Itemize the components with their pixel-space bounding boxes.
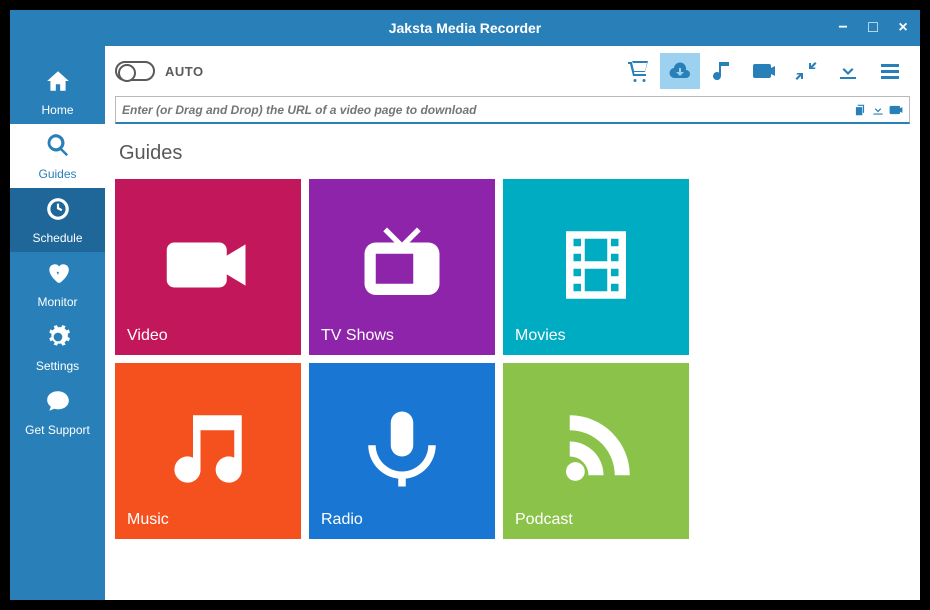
home-icon xyxy=(45,68,71,99)
sidebar-item-support[interactable]: Get Support xyxy=(10,380,105,444)
copy-icon[interactable] xyxy=(853,103,867,117)
film-icon xyxy=(551,220,641,315)
tile-label: Radio xyxy=(321,511,363,529)
sidebar-item-guides[interactable]: Guides xyxy=(10,124,105,188)
tile-music[interactable]: Music xyxy=(115,363,301,539)
tile-tvshows[interactable]: TV Shows xyxy=(309,179,495,355)
sidebar-item-label: Settings xyxy=(36,359,79,373)
tile-label: TV Shows xyxy=(321,327,394,345)
tile-movies[interactable]: Movies xyxy=(503,179,689,355)
gear-icon xyxy=(45,324,71,355)
heartbeat-icon xyxy=(45,260,71,291)
tile-label: Podcast xyxy=(515,511,573,529)
collapse-button[interactable] xyxy=(786,53,826,89)
app-window: Jaksta Media Recorder − □ × Home Guides xyxy=(10,10,920,600)
sidebar-item-home[interactable]: Home xyxy=(10,60,105,124)
sidebar-item-label: Get Support xyxy=(25,423,90,437)
toolbar: AUTO xyxy=(115,46,910,96)
window-title: Jaksta Media Recorder xyxy=(389,20,542,36)
tv-icon xyxy=(357,220,447,315)
tile-label: Music xyxy=(127,511,169,529)
auto-toggle[interactable] xyxy=(115,61,155,81)
sidebar-item-schedule[interactable]: Schedule xyxy=(10,188,105,252)
sidebar-item-label: Monitor xyxy=(37,295,77,309)
url-input[interactable] xyxy=(122,103,847,117)
record-small-icon[interactable] xyxy=(889,103,903,117)
video-icon xyxy=(163,220,253,315)
maximize-button[interactable]: □ xyxy=(864,19,882,37)
sidebar-item-label: Home xyxy=(41,103,73,117)
sidebar-item-settings[interactable]: Settings xyxy=(10,316,105,380)
close-button[interactable]: × xyxy=(894,19,912,37)
cart-button[interactable] xyxy=(618,53,658,89)
chat-icon xyxy=(45,388,71,419)
search-icon xyxy=(45,132,71,163)
sidebar-item-monitor[interactable]: Monitor xyxy=(10,252,105,316)
menu-button[interactable] xyxy=(870,53,910,89)
tiles-grid: Video TV Shows Movies xyxy=(115,179,910,539)
titlebar: Jaksta Media Recorder − □ × xyxy=(10,10,920,46)
download-small-icon[interactable] xyxy=(871,103,885,117)
video-button[interactable] xyxy=(744,53,784,89)
sidebar-item-label: Guides xyxy=(38,167,76,181)
rss-icon xyxy=(551,404,641,499)
sidebar: Home Guides Schedule Monitor xyxy=(10,46,105,600)
sidebar-item-label: Schedule xyxy=(32,231,82,245)
tile-label: Video xyxy=(127,327,168,345)
tile-video[interactable]: Video xyxy=(115,179,301,355)
music-button[interactable] xyxy=(702,53,742,89)
main-content: AUTO xyxy=(105,46,920,600)
url-bar xyxy=(115,96,910,124)
music-icon xyxy=(163,404,253,499)
download-button[interactable] xyxy=(828,53,868,89)
page-title: Guides xyxy=(115,142,910,165)
tile-radio[interactable]: Radio xyxy=(309,363,495,539)
tile-label: Movies xyxy=(515,327,566,345)
minimize-button[interactable]: − xyxy=(834,19,852,37)
mic-icon xyxy=(357,404,447,499)
tile-podcast[interactable]: Podcast xyxy=(503,363,689,539)
cloud-download-button[interactable] xyxy=(660,53,700,89)
auto-label: AUTO xyxy=(165,64,204,79)
clock-icon xyxy=(45,196,71,227)
